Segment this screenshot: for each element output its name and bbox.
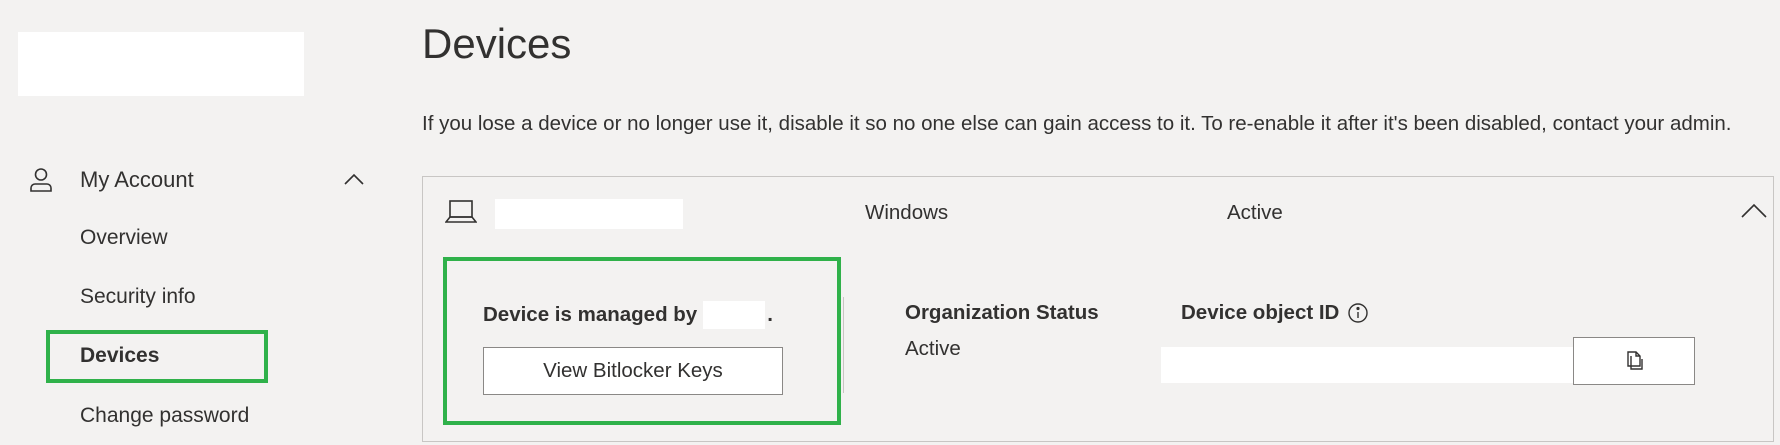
managed-by-org-redacted — [703, 301, 766, 329]
devices-highlight-box — [46, 330, 268, 383]
device-object-id-label-text: Device object ID — [1181, 301, 1340, 324]
laptop-icon — [444, 199, 478, 225]
sidebar-item-security-info[interactable]: Security info — [80, 282, 196, 312]
page-description: If you lose a device or no longer use it… — [422, 112, 1732, 135]
divider — [843, 297, 844, 393]
device-status: Active — [1227, 201, 1283, 224]
sidebar-item-overview[interactable]: Overview — [80, 223, 168, 253]
page-title: Devices — [422, 20, 572, 67]
copy-icon — [1623, 349, 1645, 374]
org-status-value: Active — [905, 337, 961, 360]
sidebar-item-change-password[interactable]: Change password — [80, 401, 249, 431]
org-status-label: Organization Status — [905, 301, 1099, 324]
device-card: Windows Active Device is managed by . Vi… — [422, 176, 1774, 442]
person-icon — [28, 167, 54, 193]
view-bitlocker-keys-button[interactable]: View Bitlocker Keys — [483, 347, 783, 395]
collapse-chevron-up-icon[interactable] — [1739, 199, 1769, 223]
org-logo-placeholder — [18, 32, 304, 96]
device-object-id-label: Device object ID — [1181, 301, 1369, 325]
nav-section-label: My Account — [80, 167, 194, 192]
nav-section-my-account[interactable]: My Account — [28, 160, 368, 200]
managed-by-text: Device is managed by . — [483, 301, 773, 329]
managed-highlight-box — [443, 257, 841, 425]
device-object-id-field[interactable] — [1161, 347, 1575, 383]
info-icon[interactable] — [1347, 302, 1369, 324]
managed-by-suffix: . — [767, 303, 773, 326]
device-os: Windows — [865, 201, 949, 224]
chevron-up-icon[interactable] — [342, 168, 366, 192]
managed-by-prefix: Device is managed by — [483, 303, 698, 326]
device-name-redacted — [495, 199, 683, 229]
copy-button[interactable] — [1573, 337, 1695, 385]
